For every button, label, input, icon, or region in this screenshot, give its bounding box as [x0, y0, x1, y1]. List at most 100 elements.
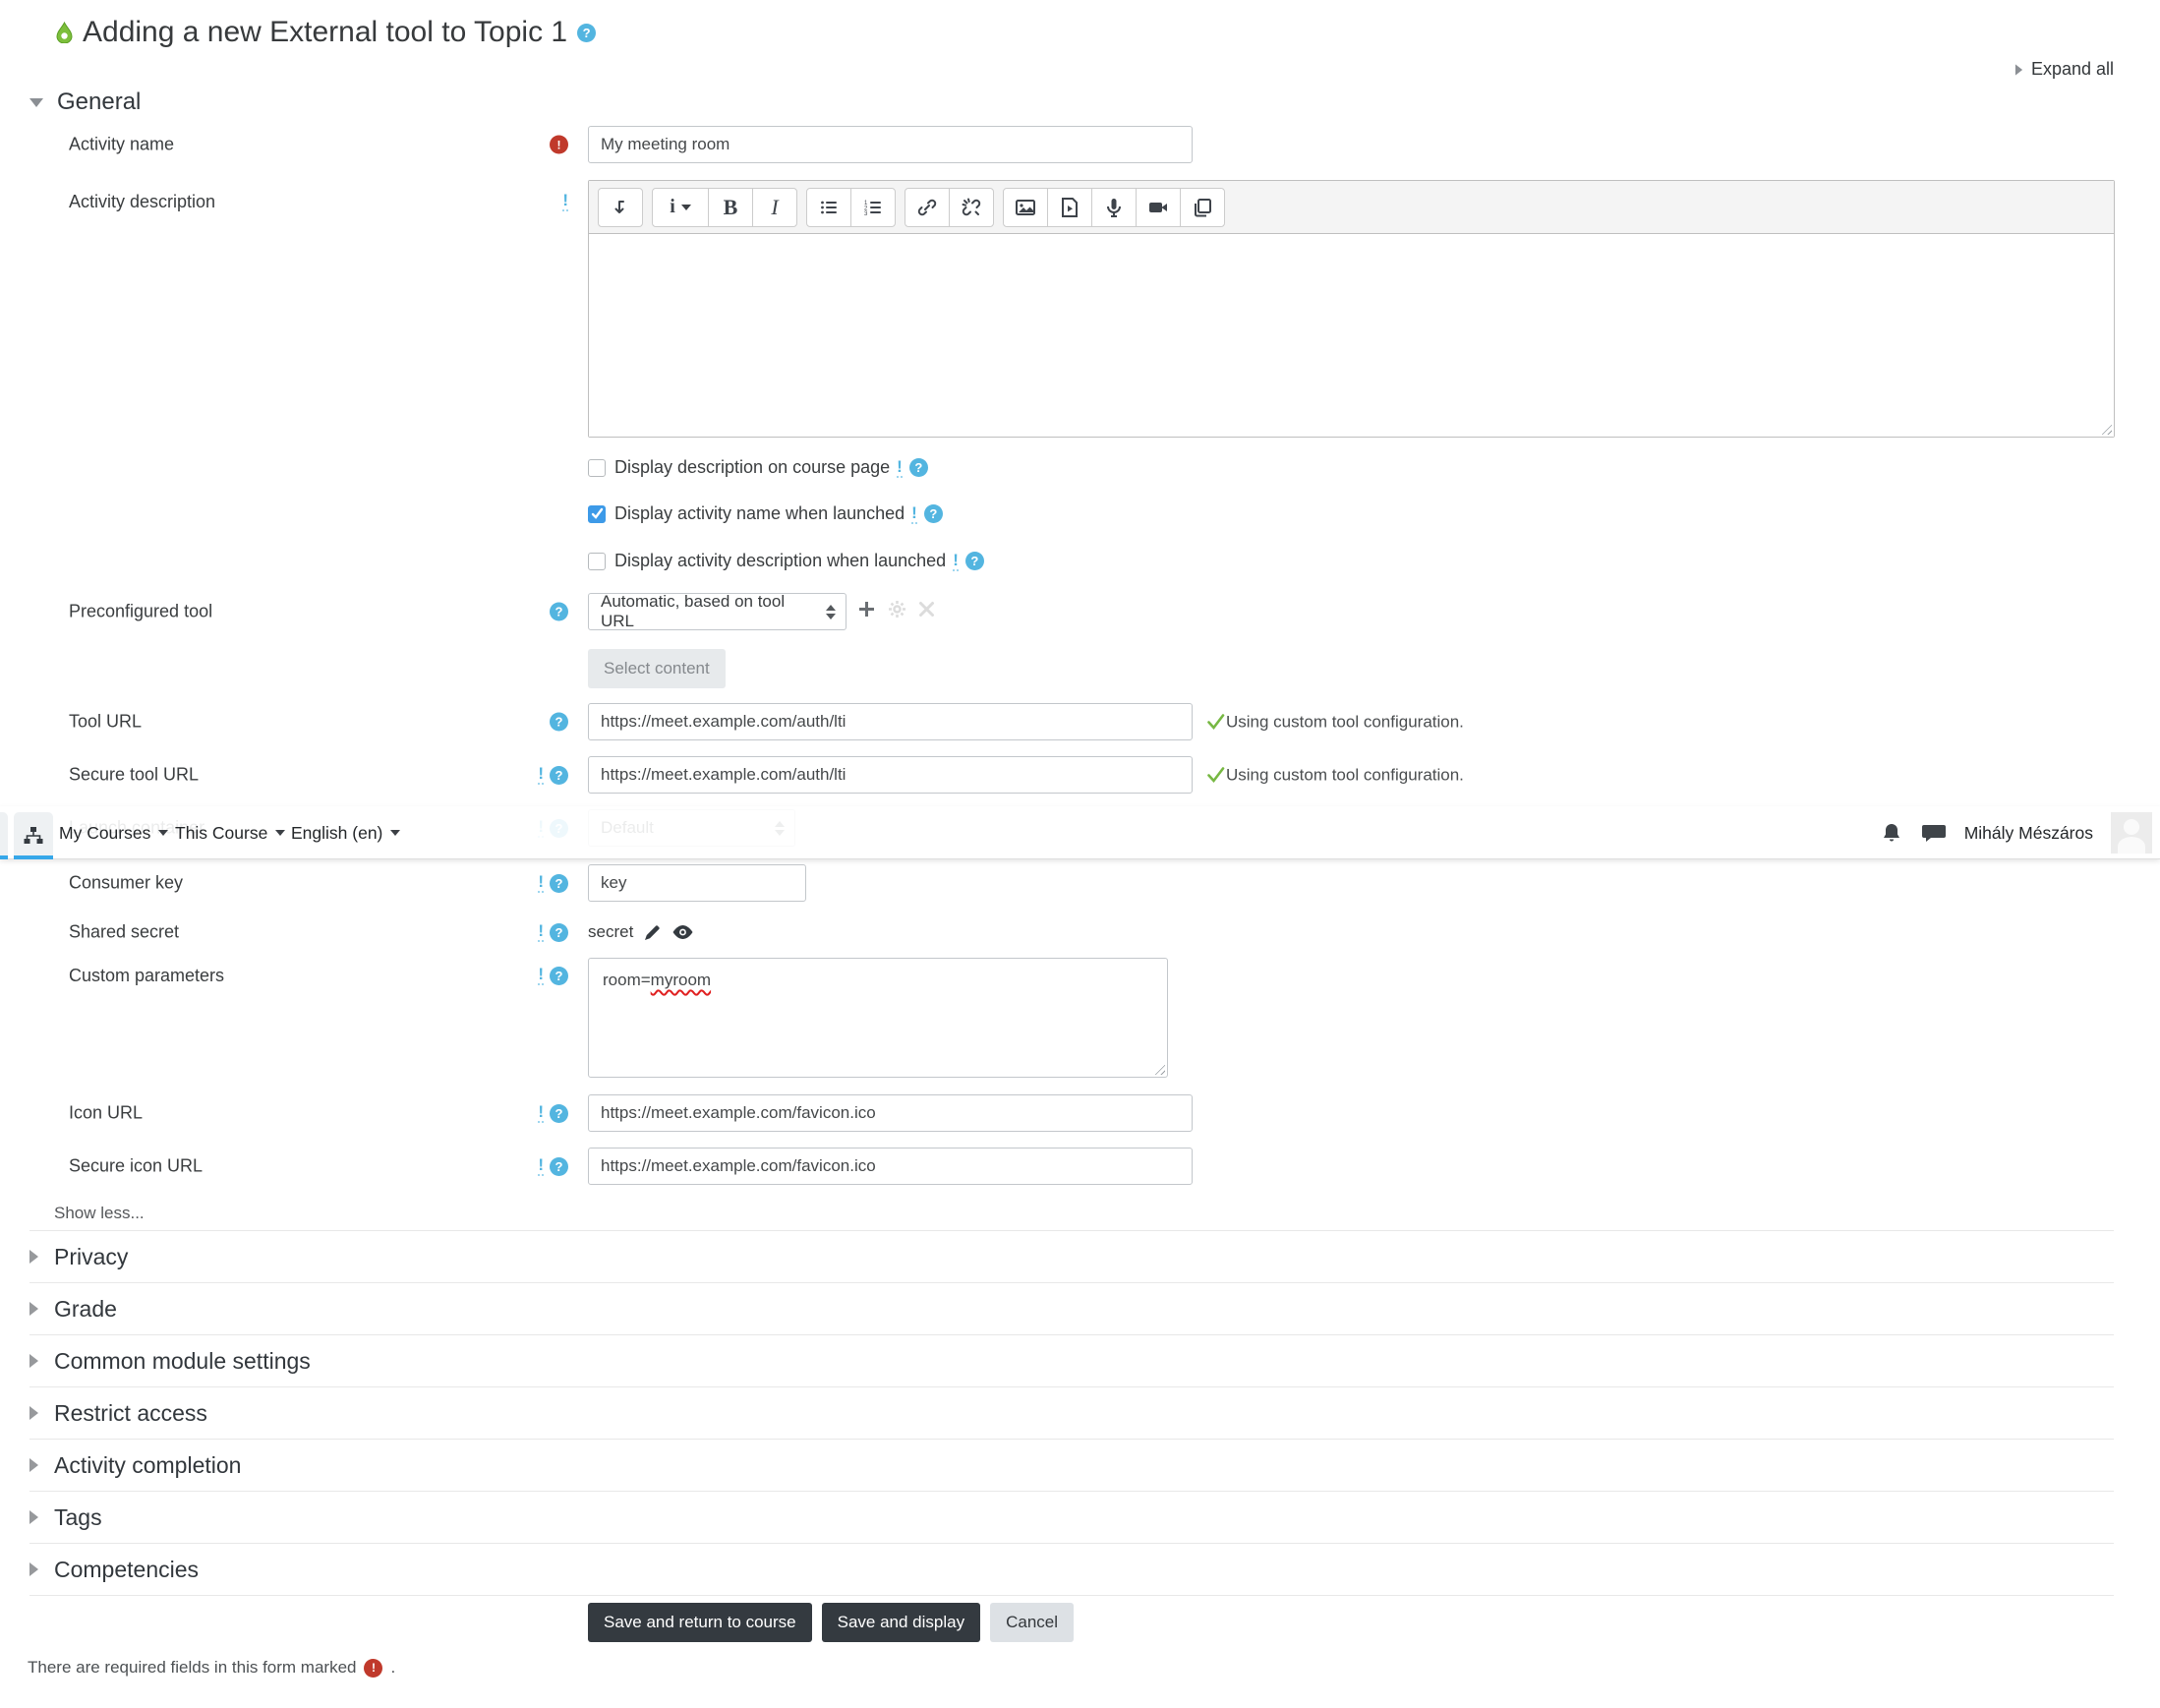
secure-icon-url-input[interactable]: https://meet.example.com/favicon.ico	[588, 1148, 1193, 1185]
consumer-key-input[interactable]: key	[588, 864, 806, 902]
section-common-module-settings[interactable]: Common module settings	[29, 1335, 2114, 1387]
sitemap-icon	[24, 827, 43, 844]
secure-tool-url-input[interactable]: https://meet.example.com/auth/lti	[588, 756, 1193, 794]
save-display-button[interactable]: Save and display	[821, 1603, 981, 1642]
tool-url-input[interactable]: https://meet.example.com/auth/lti	[588, 703, 1193, 740]
nav-language[interactable]: English (en)	[291, 806, 401, 859]
nav-tab-partial[interactable]	[0, 812, 8, 859]
icon-url-input[interactable]: https://meet.example.com/favicon.ico	[588, 1094, 1193, 1132]
section-tags[interactable]: Tags	[29, 1492, 2114, 1544]
advanced-marker-icon: !	[538, 872, 544, 893]
record-video-button[interactable]	[1136, 187, 1181, 227]
advanced-marker-icon: !	[538, 764, 544, 785]
expand-triangle-icon	[29, 1302, 38, 1316]
activity-name-input[interactable]: My meeting room	[588, 126, 1193, 163]
expand-triangle-icon	[29, 1510, 38, 1524]
checkbox-label[interactable]: Display description on course page	[614, 457, 890, 478]
section-competencies[interactable]: Competencies	[29, 1544, 2114, 1596]
help-icon[interactable]: ?	[550, 922, 568, 942]
help-icon[interactable]: ?	[908, 458, 928, 477]
preconfigured-tool-select[interactable]: Automatic, based on tool URL	[588, 592, 846, 630]
secure-icon-url-label: Secure icon URL	[69, 1155, 204, 1176]
help-icon[interactable]: ?	[550, 966, 568, 985]
display-activity-description-checkbox[interactable]	[588, 552, 606, 570]
shared-secret-value: secret	[588, 922, 634, 941]
checkbox-label[interactable]: Display activity name when launched	[614, 503, 905, 524]
record-audio-button[interactable]	[1091, 187, 1137, 227]
edit-pencil-icon[interactable]	[643, 923, 662, 942]
help-icon[interactable]: ?	[550, 1103, 568, 1123]
display-activity-name-checkbox-row: Display activity name when launched ! ?	[588, 503, 943, 524]
advanced-marker-icon: !	[897, 456, 903, 478]
advanced-marker-icon: !	[953, 550, 959, 571]
check-icon	[1207, 714, 1225, 731]
tool-url-label: Tool URL	[69, 711, 143, 732]
section-activity-completion[interactable]: Activity completion	[29, 1440, 2114, 1492]
advanced-marker-icon: !	[562, 191, 568, 211]
help-icon[interactable]: ?	[550, 712, 568, 732]
section-general-header[interactable]: General	[29, 88, 141, 116]
insert-link-button[interactable]	[905, 187, 950, 227]
user-name[interactable]: Mihály Mészáros	[1964, 823, 2093, 844]
select-content-button[interactable]: Select content	[588, 649, 726, 688]
unlink-button[interactable]	[949, 187, 994, 227]
secure-tool-url-status: Using custom tool configuration.	[1205, 765, 1464, 786]
checkbox-label[interactable]: Display activity description when launch…	[614, 551, 946, 571]
resize-handle[interactable]	[2099, 422, 2112, 435]
insert-image-button[interactable]	[1003, 187, 1048, 227]
section-privacy[interactable]: Privacy	[29, 1231, 2114, 1283]
editor-toolbar: i B I 1 2 3	[589, 181, 2114, 234]
bold-button[interactable]: B	[708, 187, 753, 227]
paragraph-styles-button[interactable]: i	[652, 187, 709, 227]
expand-triangle-icon	[29, 1354, 38, 1368]
help-icon[interactable]: ?	[550, 873, 568, 893]
avatar[interactable]	[2111, 812, 2152, 854]
display-description-checkbox[interactable]	[588, 458, 606, 477]
select-arrows-icon	[826, 604, 836, 619]
description-editarea[interactable]	[589, 234, 2114, 437]
help-icon[interactable]: ?	[550, 765, 568, 785]
icon-url-row: Icon URL ! ? https://meet.example.com/fa…	[0, 1094, 2160, 1132]
section-grade[interactable]: Grade	[29, 1283, 2114, 1335]
help-icon[interactable]: ?	[964, 552, 984, 570]
activity-name-row: Activity name ! My meeting room	[0, 126, 2160, 163]
nav-my-courses[interactable]: My Courses	[59, 806, 169, 859]
ordered-list-button[interactable]: 1 2 3	[850, 187, 896, 227]
display-description-checkbox-row: Display description on course page ! ?	[588, 457, 928, 478]
eye-icon[interactable]	[671, 924, 694, 940]
nav-this-course[interactable]: This Course	[175, 806, 286, 859]
insert-media-button[interactable]	[1047, 187, 1092, 227]
cancel-button[interactable]: Cancel	[990, 1603, 1075, 1642]
page-title: Adding a new External tool to Topic 1 ?	[56, 16, 597, 49]
shared-secret-row: Shared secret ! ? secret	[0, 918, 2160, 946]
help-icon[interactable]: ?	[577, 23, 597, 42]
required-icon: !	[364, 1658, 383, 1678]
chevron-down-icon	[390, 830, 401, 836]
custom-parameters-textarea[interactable]: room=myroom	[588, 958, 1168, 1078]
activity-drop-icon	[56, 22, 73, 43]
collapse-toolbar-button[interactable]	[598, 187, 643, 227]
sticky-navbar: My Courses This Course English (en) Mihá…	[0, 806, 2160, 859]
custom-parameters-row: Custom parameters ! ? room=myroom	[0, 958, 2160, 1078]
add-tool-icon[interactable]	[857, 600, 876, 618]
help-icon[interactable]: ?	[550, 602, 568, 621]
expand-triangle-icon	[29, 1458, 38, 1472]
messages-icon[interactable]	[1921, 821, 1947, 845]
section-restrict-access[interactable]: Restrict access	[29, 1387, 2114, 1440]
activity-name-label: Activity name	[69, 134, 175, 154]
nav-tab-sitemap[interactable]	[14, 812, 53, 859]
display-activity-name-checkbox[interactable]	[588, 504, 606, 523]
consumer-key-row: Consumer key ! ? key	[0, 864, 2160, 902]
display-activity-description-checkbox-row: Display activity description when launch…	[588, 551, 984, 571]
italic-button[interactable]: I	[752, 187, 797, 227]
save-return-button[interactable]: Save and return to course	[588, 1603, 812, 1642]
close-icon	[919, 602, 934, 617]
help-icon[interactable]: ?	[550, 1156, 568, 1176]
unordered-list-button[interactable]	[806, 187, 851, 227]
help-icon[interactable]: ?	[923, 504, 943, 523]
bell-icon[interactable]	[1880, 821, 1903, 845]
resize-handle[interactable]	[1152, 1062, 1165, 1075]
manage-files-button[interactable]	[1180, 187, 1225, 227]
expand-all-link[interactable]: Expand all	[2014, 59, 2114, 80]
show-less-link[interactable]: Show less...	[54, 1204, 145, 1223]
